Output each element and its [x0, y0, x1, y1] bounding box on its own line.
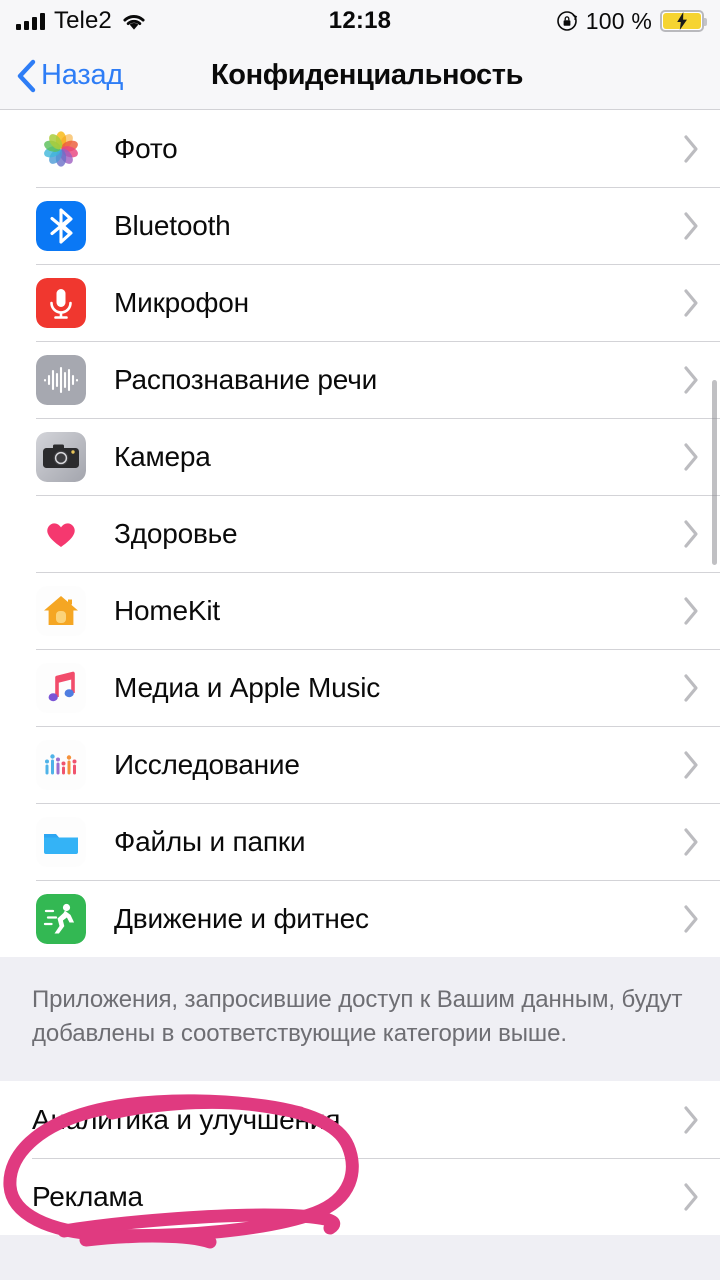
- battery-charging-icon: [660, 10, 707, 32]
- list-item-research[interactable]: Исследование: [0, 726, 720, 803]
- list-item-motion-fitness[interactable]: Движение и фитнес: [0, 880, 720, 957]
- chevron-right-icon: [683, 442, 700, 472]
- list-item-label: Распознавание речи: [114, 363, 378, 395]
- list-item-microphone[interactable]: Микрофон: [0, 264, 720, 341]
- photos-icon: [36, 123, 86, 174]
- list-item-label: Камера: [114, 440, 211, 472]
- apple-music-icon: [36, 662, 86, 713]
- chevron-right-icon: [683, 365, 700, 395]
- navigation-bar: Назад Конфиденциальность: [0, 42, 720, 110]
- battery-percentage: 100 %: [585, 7, 652, 34]
- chevron-right-icon: [683, 827, 700, 857]
- motion-fitness-icon: [36, 893, 86, 944]
- homekit-icon: [36, 585, 86, 636]
- list-item-speech-recognition[interactable]: Распознавание речи: [0, 341, 720, 418]
- vertical-scrollbar[interactable]: [712, 380, 717, 565]
- carrier-name: Tele2: [54, 7, 112, 34]
- settings-list[interactable]: Фото Bluetooth Микрофон Распознавание ре…: [0, 110, 720, 1280]
- cellular-signal-icon: [16, 12, 45, 30]
- chevron-right-icon: [683, 904, 700, 934]
- list-item-health[interactable]: Здоровье: [0, 495, 720, 572]
- speech-recognition-icon: [36, 354, 86, 405]
- list-item-label: Микрофон: [114, 286, 249, 318]
- status-bar-left: Tele2: [16, 7, 147, 35]
- chevron-left-icon: [16, 59, 36, 93]
- rotation-lock-icon: [556, 10, 578, 32]
- privacy-categories-group: Фото Bluetooth Микрофон Распознавание ре…: [0, 110, 720, 957]
- analytics-advertising-group: Аналитика и улучшения Реклама: [0, 1081, 720, 1236]
- bluetooth-icon: [36, 200, 86, 251]
- list-item-label: Исследование: [114, 748, 300, 780]
- list-item-media-apple-music[interactable]: Медиа и Apple Music: [0, 649, 720, 726]
- list-item-bluetooth[interactable]: Bluetooth: [0, 187, 720, 264]
- list-item-photos[interactable]: Фото: [0, 110, 720, 187]
- list-item-camera[interactable]: Камера: [0, 418, 720, 495]
- microphone-icon: [36, 277, 86, 328]
- files-icon: [36, 816, 86, 867]
- list-item-analytics-improvements[interactable]: Аналитика и улучшения: [0, 1081, 720, 1159]
- status-bar: Tele2 12:18 100 %: [0, 0, 720, 42]
- status-bar-right: 100 %: [556, 7, 707, 35]
- chevron-right-icon: [683, 211, 700, 241]
- list-item-label: HomeKit: [114, 594, 220, 626]
- research-icon: [36, 739, 86, 790]
- list-item-label: Реклама: [32, 1180, 143, 1212]
- chevron-right-icon: [683, 519, 700, 549]
- chevron-right-icon: [683, 673, 700, 703]
- list-item-files-folders[interactable]: Файлы и папки: [0, 803, 720, 880]
- chevron-right-icon: [683, 1182, 700, 1212]
- list-item-homekit[interactable]: HomeKit: [0, 572, 720, 649]
- chevron-right-icon: [683, 750, 700, 780]
- wifi-icon: [121, 12, 147, 31]
- iphone-settings-screen: Tele2 12:18 100 % Назад Конфиденциальнос…: [0, 0, 720, 1280]
- list-item-label: Фото: [114, 132, 178, 164]
- list-item-label: Bluetooth: [114, 209, 231, 241]
- list-item-label: Аналитика и улучшения: [32, 1103, 341, 1135]
- list-bottom-spacer: [0, 1235, 720, 1280]
- chevron-right-icon: [683, 1105, 700, 1135]
- chevron-right-icon: [683, 596, 700, 626]
- list-item-label: Файлы и папки: [114, 825, 306, 857]
- chevron-right-icon: [683, 288, 700, 318]
- list-item-advertising[interactable]: Реклама: [0, 1158, 720, 1236]
- list-item-label: Медиа и Apple Music: [114, 671, 381, 703]
- list-item-label: Здоровье: [114, 517, 238, 549]
- chevron-right-icon: [683, 134, 700, 164]
- health-icon: [36, 508, 86, 559]
- back-button-label: Назад: [41, 59, 124, 91]
- camera-icon: [36, 431, 86, 482]
- list-item-label: Движение и фитнес: [114, 902, 369, 934]
- group-footer-note: Приложения, запросившие доступ к Вашим д…: [0, 957, 720, 1082]
- back-button[interactable]: Назад: [16, 59, 123, 93]
